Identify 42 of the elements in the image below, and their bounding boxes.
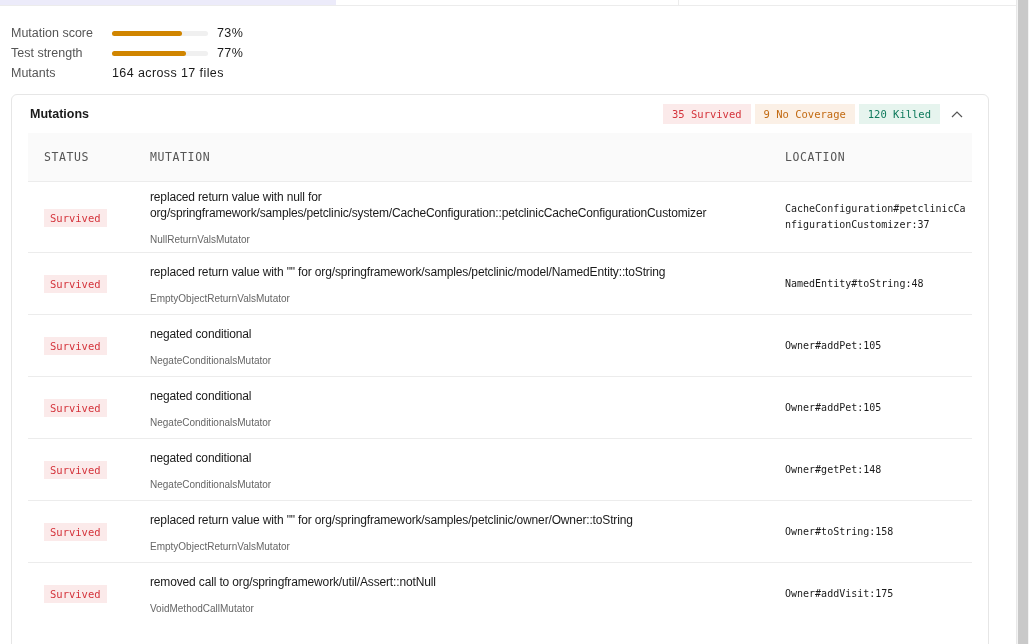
status-badge: Survived — [44, 275, 107, 293]
location-text: Owner#addVisit:175 — [785, 586, 895, 601]
mutation-description: negated conditional — [150, 387, 253, 404]
stat-value: 73% — [217, 26, 244, 40]
mutator-name: NegateConditionalsMutator — [150, 354, 273, 366]
mutator-name: NullReturnValsMutator — [150, 234, 251, 245]
location-text: Owner#toString:158 — [785, 524, 895, 539]
column-header: STATUS — [43, 150, 91, 164]
count-badge: 35 Survived — [663, 104, 751, 124]
stat-value: 164 across 17 files — [112, 66, 224, 80]
status-badge: Survived — [44, 523, 107, 541]
status-badge: Survived — [44, 461, 107, 479]
status-badge: Survived — [44, 337, 107, 355]
mutator-name: EmptyObjectReturnValsMutator — [150, 540, 291, 552]
status-badge: Survived — [44, 208, 107, 227]
mutator-name: EmptyObjectReturnValsMutator — [150, 292, 291, 304]
count-badge: 9 No Coverage — [754, 104, 855, 124]
mutation-description: replaced return value with "" for org/springframework/samples/petclinic/model/NamedEntity::toString — [150, 263, 667, 280]
column-header: LOCATION — [785, 150, 846, 164]
count-badge: 120 Killed — [858, 104, 940, 124]
location-text: Owner#addPet:105 — [785, 338, 883, 353]
column-header: MUTATION — [150, 150, 212, 164]
location-text: Owner#getPet:148 — [785, 462, 883, 477]
chevron-up-icon[interactable] — [951, 110, 963, 118]
mutation-description: replaced return value with null for org/springframework/samples/petclinic/system/CacheConfiguration::petclinicCacheConfigurationCustomizer — [150, 189, 708, 221]
location-text: NamedEntity#toString:48 — [785, 276, 925, 291]
mutation-description: negated conditional — [150, 449, 253, 466]
mutator-name: VoidMethodCallMutator — [150, 602, 255, 614]
stat-label: Mutation score — [11, 26, 94, 40]
stat-label: Mutants — [11, 66, 57, 80]
stat-label: Test strength — [11, 46, 84, 60]
stat-value: 77% — [217, 46, 244, 60]
location-text: Owner#addPet:105 — [785, 400, 883, 415]
mutator-name: NegateConditionalsMutator — [150, 478, 273, 490]
panel-title: Mutations — [30, 107, 91, 121]
location-text: CacheConfiguration#petclinicCa nfigurationCustomizer:37 — [785, 202, 967, 232]
status-badge: Survived — [44, 585, 107, 603]
mutator-name: NegateConditionalsMutator — [150, 416, 273, 428]
mutation-description: negated conditional — [150, 325, 253, 342]
mutation-description: removed call to org/springframework/util/Assert::notNull — [150, 573, 437, 590]
status-badge: Survived — [44, 399, 107, 417]
mutation-description: replaced return value with "" for org/springframework/samples/petclinic/owner/Owner::toString — [150, 511, 634, 528]
